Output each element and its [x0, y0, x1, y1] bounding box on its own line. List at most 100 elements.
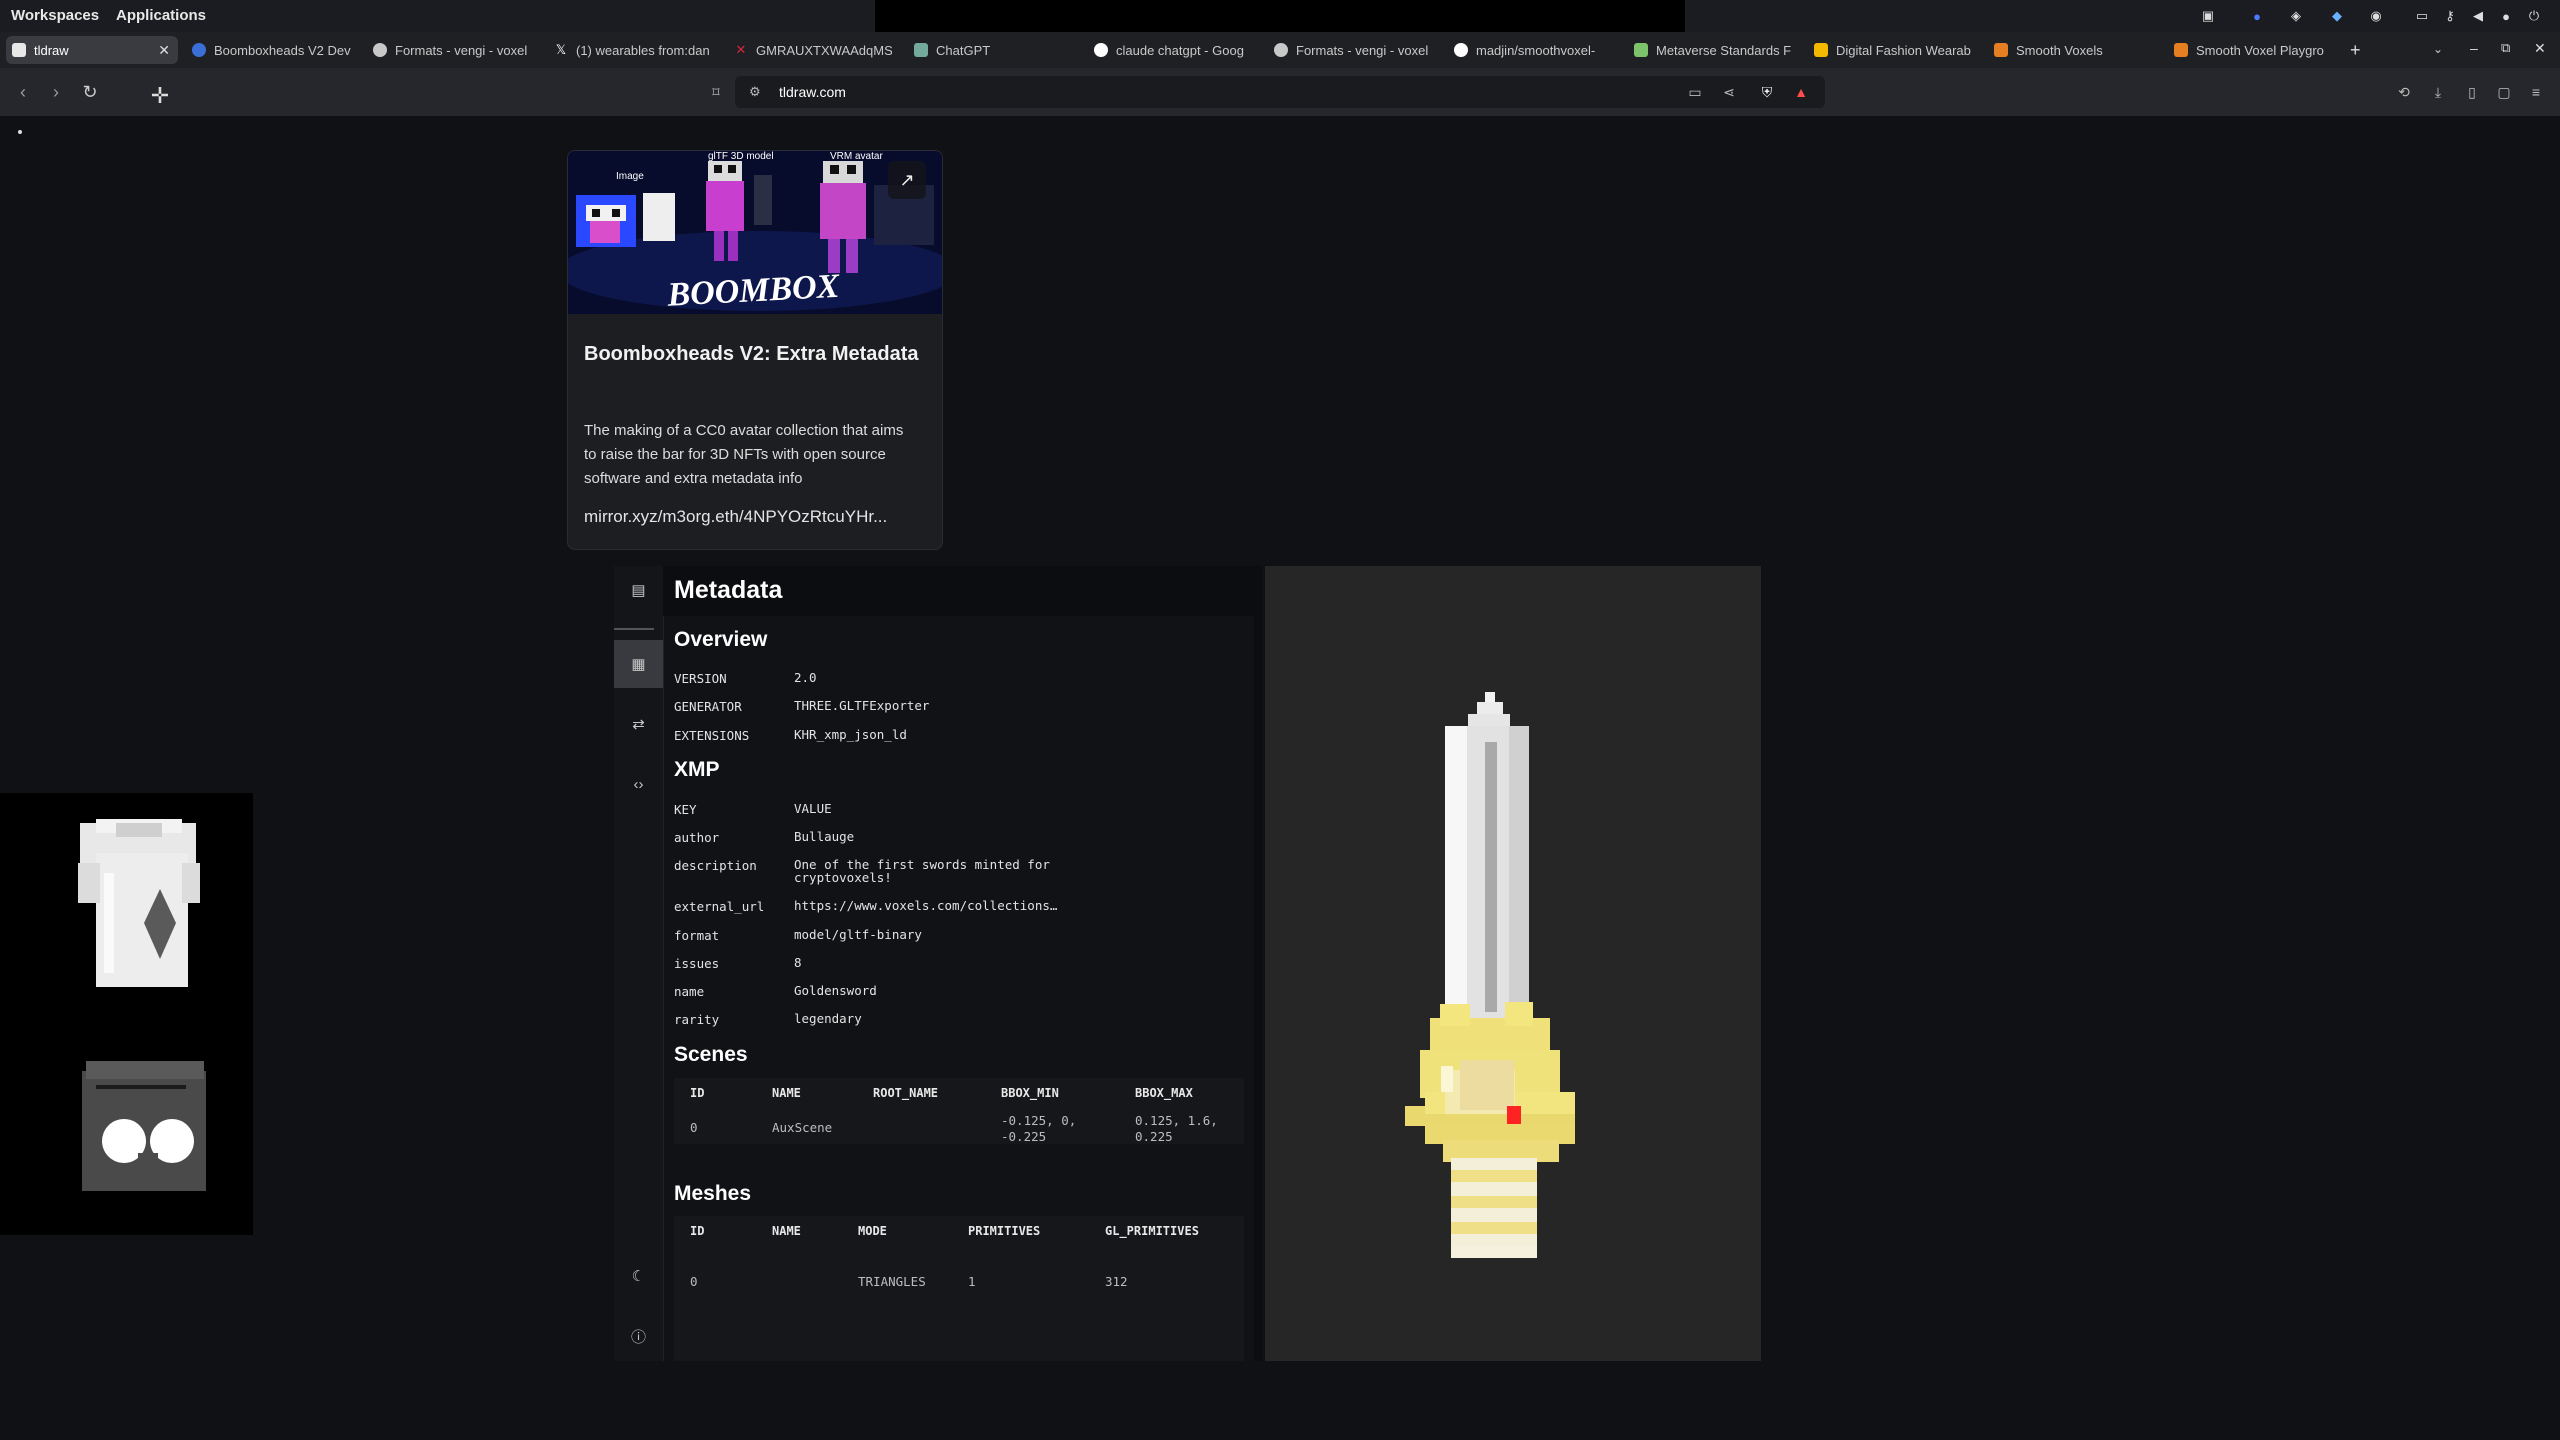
- tab-label: ChatGPT: [936, 42, 991, 58]
- bookmark-preview-image: BOOMBOX Image glTF 3D model VRM avatar: [568, 151, 942, 314]
- tab-label: Digital Fashion Wearab: [1836, 42, 1971, 58]
- scenes-col-name: NAME: [772, 1086, 801, 1100]
- tab-chatgpt[interactable]: ChatGPT: [908, 36, 1072, 64]
- tab-label: madjin/smoothvoxel-: [1476, 42, 1596, 58]
- row-value: legendary: [794, 1011, 862, 1026]
- model-viewer[interactable]: [1265, 566, 1761, 1361]
- power-icon[interactable]: ⏻: [2526, 8, 2542, 24]
- bookmark-card[interactable]: BOOMBOX Image glTF 3D model VRM avatar ↗…: [567, 150, 943, 550]
- vrm-label: VRM avatar: [830, 151, 883, 162]
- extensions-icon[interactable]: ⟲: [2396, 84, 2412, 100]
- wallet-icon[interactable]: ▢: [2496, 84, 2512, 100]
- close-tab-icon[interactable]: ✕: [158, 42, 170, 59]
- dark-mode-icon[interactable]: ☾: [614, 1252, 663, 1300]
- screen-icon[interactable]: ▣: [2200, 8, 2216, 24]
- row-value[interactable]: https://www.voxels.com/collections…: [794, 899, 1114, 912]
- tab-strip: tldraw ✕ Boomboxheads V2 Dev Formats - v…: [0, 32, 2560, 68]
- workspaces-menu[interactable]: Workspaces: [11, 0, 99, 32]
- tab-github-smoothvoxel[interactable]: madjin/smoothvoxel-: [1448, 36, 1612, 64]
- bookmark-icon[interactable]: ⌑: [708, 84, 724, 100]
- brave-icon[interactable]: ◈: [2288, 8, 2304, 24]
- tldraw-favicon-icon: [12, 43, 26, 57]
- image-label: Image: [616, 171, 644, 182]
- tab-formats-vengi[interactable]: Formats - vengi - voxel: [367, 36, 531, 64]
- panel-tab-rail: ▤ ▦ ⇄ ‹› ☾ ⓘ: [614, 566, 664, 1361]
- panel-content[interactable]: Overview VERSION 2.0 GENERATOR THREE.GLT…: [663, 616, 1253, 1361]
- download-icon[interactable]: ⤓: [2430, 84, 2446, 100]
- tab-list-chevron-down-icon[interactable]: ⌄: [2433, 42, 2443, 56]
- tab-digital-fashion[interactable]: Digital Fashion Wearab: [1808, 36, 1984, 64]
- restore-icon[interactable]: ⧉: [2501, 40, 2510, 56]
- value-column-header: VALUE: [794, 801, 832, 816]
- favicon-icon: [1814, 43, 1828, 57]
- window-icon[interactable]: ▭: [2414, 8, 2430, 24]
- zoom-icon[interactable]: ●: [2249, 8, 2265, 24]
- meshes-col-id: ID: [690, 1224, 705, 1238]
- cast-icon[interactable]: ▭: [1687, 84, 1703, 100]
- discord-icon[interactable]: ◉: [2368, 8, 2384, 24]
- favicon-icon: [1994, 43, 2008, 57]
- bookmark-url[interactable]: mirror.xyz/m3org.eth/4NPYOzRtcuYHr...: [584, 507, 929, 527]
- back-icon[interactable]: ‹: [13, 82, 33, 102]
- layers-icon[interactable]: ▤: [614, 566, 663, 614]
- code-icon[interactable]: ‹›: [614, 760, 663, 808]
- image-strip[interactable]: [0, 793, 253, 1235]
- tab-smooth-voxel-playground[interactable]: Smooth Voxel Playgro: [2168, 36, 2332, 64]
- x-favicon-icon: 𝕏: [555, 42, 567, 57]
- minimize-icon[interactable]: –: [2470, 40, 2478, 56]
- tab-formats-vengi-2[interactable]: Formats - vengi - voxel: [1268, 36, 1432, 64]
- wallet-icon[interactable]: ◆: [2329, 8, 2345, 24]
- tab-x-wearables[interactable]: 𝕏 (1) wearables from:dan: [548, 36, 712, 64]
- google-favicon-icon: [1094, 43, 1108, 57]
- volume-icon[interactable]: ◀: [2470, 8, 2486, 24]
- open-link-icon[interactable]: ↗: [888, 161, 926, 199]
- chatgpt-favicon-icon: [914, 43, 928, 57]
- row-key: format: [674, 928, 720, 943]
- forward-icon[interactable]: ›: [46, 82, 66, 102]
- tab-tldraw[interactable]: tldraw ✕: [6, 36, 178, 64]
- row-key: rarity: [674, 1012, 720, 1027]
- tab-smooth-voxels[interactable]: Smooth Voxels: [1988, 36, 2162, 64]
- tab-metaverse-standards[interactable]: Metaverse Standards F: [1628, 36, 1792, 64]
- voxel-shirt-image: [78, 819, 200, 987]
- meshes-heading: Meshes: [674, 1182, 752, 1205]
- tab-label: (1) wearables from:dan: [576, 42, 710, 58]
- applications-menu[interactable]: Applications: [116, 0, 206, 32]
- reload-icon[interactable]: ↻: [80, 82, 100, 102]
- tab-label: claude chatgpt - Goog: [1116, 42, 1244, 58]
- url-text[interactable]: tldraw.com: [779, 76, 846, 108]
- site-info-icon[interactable]: ⚙: [749, 84, 761, 100]
- scenes-col-root-name: ROOT_NAME: [873, 1086, 939, 1100]
- row-value: model/gltf-binary: [794, 927, 922, 942]
- tab-gmrauxt[interactable]: ✕ GMRAUXTXWAAdqMS (: [728, 36, 892, 64]
- info-icon[interactable]: ⓘ: [614, 1312, 663, 1360]
- rail-divider: [614, 628, 654, 630]
- panel-header: Metadata: [663, 566, 1262, 616]
- document-icon[interactable]: ▦: [614, 640, 663, 688]
- brave-rewards-icon[interactable]: ▲: [1793, 84, 1809, 100]
- x-favicon-icon: ✕: [735, 42, 747, 57]
- bookmark-title: Boomboxheads V2: Extra Metadata: [584, 343, 919, 365]
- tab-boomboxheads[interactable]: Boomboxheads V2 Dev: [186, 36, 354, 64]
- os-top-bar: Workspaces Applications ▣ ● ◈ ◆ ◉ ▭ ⚷ ◀ …: [0, 0, 2560, 32]
- row-key: author: [674, 830, 720, 845]
- new-tab-icon[interactable]: +: [2350, 40, 2361, 61]
- menu-icon[interactable]: ≡: [2528, 84, 2544, 100]
- browser-toolbar: ‹ › ↻ ✛ ⌑ ⚙ tldraw.com ▭ ⋖ ⛨ ▲ ⟲ ⤓ ▯ ▢ ≡: [0, 68, 2560, 117]
- adjustments-icon[interactable]: ⇄: [614, 700, 663, 748]
- close-window-icon[interactable]: ✕: [2534, 40, 2546, 57]
- address-bar[interactable]: ⚙ tldraw.com ▭ ⋖ ⛨ ▲: [735, 76, 1825, 108]
- move-cursor-icon: ✛: [150, 83, 170, 108]
- mic-icon[interactable]: ●: [2498, 8, 2514, 24]
- panel-title: Metadata: [674, 576, 783, 604]
- brave-shield-icon[interactable]: ⛨: [1759, 84, 1775, 100]
- row-value: One of the first swords minted for crypt…: [794, 857, 1050, 885]
- sidebar-icon[interactable]: ▯: [2464, 84, 2480, 100]
- key-icon[interactable]: ⚷: [2442, 8, 2458, 24]
- scenes-heading: Scenes: [674, 1043, 748, 1066]
- mesh-gl-primitives-cell: 312: [1105, 1274, 1128, 1289]
- share-icon[interactable]: ⋖: [1721, 84, 1737, 100]
- tab-label: Smooth Voxels: [2016, 42, 2103, 58]
- tab-google-search[interactable]: claude chatgpt - Goog: [1088, 36, 1252, 64]
- panel-scrollbar[interactable]: [1254, 616, 1262, 1361]
